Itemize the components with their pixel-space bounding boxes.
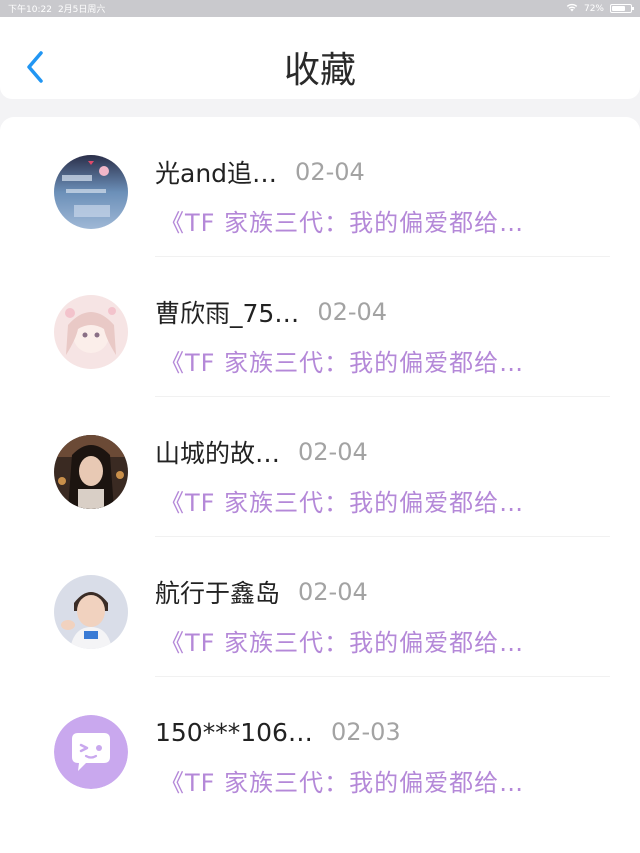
status-bar: 下午10:22 2月5日周六 72% [0, 0, 640, 17]
list-item[interactable]: 航行于鑫岛 02-04 《TF 家族三代：我的偏爱都给… [0, 537, 640, 677]
user-name[interactable]: 光and追… [155, 154, 277, 190]
page-title: 收藏 [283, 50, 356, 91]
item-snippet[interactable]: 《TF 家族三代：我的偏爱都给… [160, 763, 590, 798]
item-date: 02-04 [317, 298, 388, 326]
list-item[interactable]: 曹欣雨_75… 02-04 《TF 家族三代：我的偏爱都给… [0, 257, 640, 397]
list-item[interactable]: 光and追… 02-04 《TF 家族三代：我的偏爱都给… [0, 117, 640, 257]
item-snippet[interactable]: 《TF 家族三代：我的偏爱都给… [160, 203, 590, 238]
wifi-icon [566, 3, 578, 15]
battery-icon [610, 4, 634, 13]
user-avatar[interactable] [54, 295, 128, 369]
user-avatar[interactable] [54, 435, 128, 509]
user-name[interactable]: 曹欣雨_75… [155, 294, 299, 330]
item-header: 山城的故… 02-04 [155, 435, 368, 469]
user-name[interactable]: 航行于鑫岛 [155, 574, 280, 610]
user-avatar[interactable] [54, 575, 128, 649]
status-date: 2月5日周六 [57, 5, 106, 15]
item-header: 曹欣雨_75… 02-04 [155, 295, 387, 329]
list-item[interactable]: 150***106… 02-03 《TF 家族三代：我的偏爱都给… [0, 677, 640, 817]
item-snippet[interactable]: 《TF 家族三代：我的偏爱都给… [160, 623, 590, 658]
favorites-list: 光and追… 02-04 《TF 家族三代：我的偏爱都给… 曹欣雨_75… 02… [0, 117, 640, 853]
status-time: 下午10:22 [8, 5, 52, 15]
item-date: 02-04 [298, 438, 368, 466]
item-date: 02-03 [330, 718, 401, 746]
item-date: 02-04 [295, 158, 365, 186]
item-header: 航行于鑫岛 02-04 [155, 575, 368, 609]
default-chat-avatar-icon[interactable] [54, 715, 128, 789]
item-snippet[interactable]: 《TF 家族三代：我的偏爱都给… [160, 483, 590, 518]
battery-percent: 72% [583, 3, 604, 14]
item-date: 02-04 [298, 578, 368, 606]
status-bar-left: 下午10:22 2月5日周六 [8, 2, 105, 15]
user-name[interactable]: 山城的故… [155, 434, 280, 470]
item-snippet[interactable]: 《TF 家族三代：我的偏爱都给… [160, 343, 590, 378]
user-name[interactable]: 150***106… [155, 718, 313, 747]
nav-header: 收藏 [0, 17, 640, 99]
battery-fill [612, 6, 625, 11]
item-header: 光and追… 02-04 [155, 155, 365, 189]
item-header: 150***106… 02-03 [155, 715, 401, 749]
status-bar-right: 72% [566, 3, 634, 15]
user-avatar[interactable] [54, 155, 128, 229]
list-item[interactable]: 山城的故… 02-04 《TF 家族三代：我的偏爱都给… [0, 397, 640, 537]
